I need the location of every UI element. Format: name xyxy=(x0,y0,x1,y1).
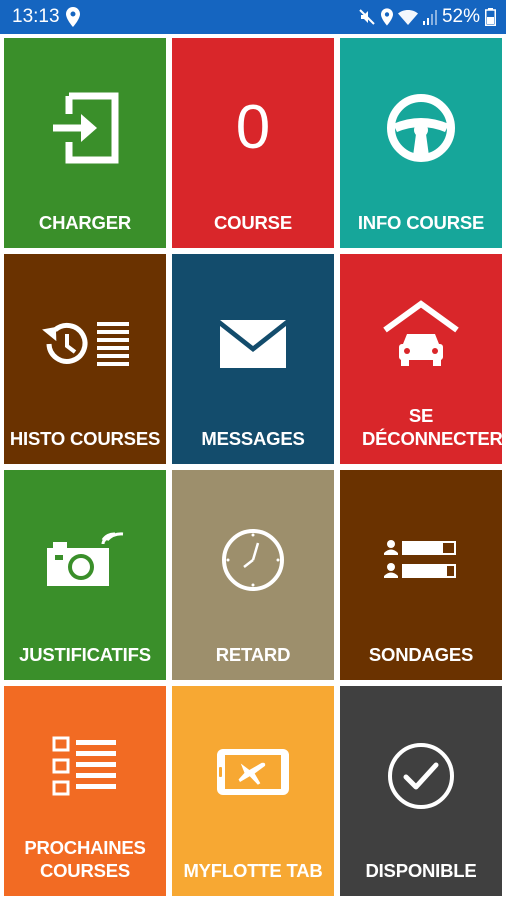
tile-label: PROCHAINES COURSES xyxy=(24,837,146,881)
status-bar: 13:13 52% xyxy=(0,0,506,34)
tile-myflotte-tab[interactable]: MYFLOTTE TAB xyxy=(172,686,334,896)
tile-charger[interactable]: CHARGER xyxy=(4,38,166,248)
tile-disponible[interactable]: DISPONIBLE xyxy=(340,686,502,896)
battery-icon xyxy=(485,8,496,26)
tile-prochaines-courses[interactable]: PROCHAINES COURSES xyxy=(4,686,166,896)
tile-label: RETARD xyxy=(215,644,291,665)
tile-label: SE DÉCONNECTER xyxy=(362,405,503,449)
tile-grid: CHARGER 0 COURSE INFO COURSE HISTO COURS… xyxy=(4,38,503,896)
tile-label: HISTO COURSES xyxy=(9,428,161,449)
wifi-icon xyxy=(397,9,418,25)
tile-histo-courses[interactable]: HISTO COURSES xyxy=(4,254,166,464)
mute-icon xyxy=(358,8,376,26)
tile-retard[interactable]: RETARD xyxy=(172,470,334,680)
tile-justificatifs[interactable]: JUSTIFICATIFS xyxy=(4,470,166,680)
tile-info-course[interactable]: INFO COURSE xyxy=(340,38,502,248)
course-count-value: 0 xyxy=(235,93,271,162)
tile-label: CHARGER xyxy=(38,212,132,233)
steering-wheel-icon xyxy=(340,78,502,178)
tile-label: DISPONIBLE xyxy=(365,860,477,881)
tile-sondages[interactable]: SONDAGES xyxy=(340,470,502,680)
tile-label: JUSTIFICATIFS xyxy=(19,644,151,665)
history-list-icon xyxy=(4,294,166,394)
check-circle-icon xyxy=(340,726,502,826)
tile-se-deconnecter[interactable]: SE DÉCONNECTER xyxy=(340,254,503,464)
course-count: 0 xyxy=(172,78,334,178)
tile-label: COURSE xyxy=(214,212,292,233)
tile-label: INFO COURSE xyxy=(357,212,485,233)
wireless-camera-icon xyxy=(4,510,166,610)
login-icon xyxy=(4,78,166,178)
checklist-icon xyxy=(4,716,166,816)
tile-label: MYFLOTTE TAB xyxy=(183,860,323,881)
poll-icon xyxy=(340,510,502,610)
tile-label: SONDAGES xyxy=(368,644,474,665)
garage-car-icon xyxy=(340,284,502,384)
tablet-plane-icon xyxy=(172,722,334,822)
signal-icon xyxy=(422,9,437,25)
tile-course[interactable]: 0 COURSE xyxy=(172,38,334,248)
clock-icon xyxy=(172,510,334,610)
location-icon xyxy=(380,8,393,26)
status-time: 13:13 xyxy=(12,6,60,27)
location-icon xyxy=(65,7,80,27)
tile-label: MESSAGES xyxy=(201,428,305,449)
battery-percent: 52% xyxy=(441,6,480,27)
tile-messages[interactable]: MESSAGES xyxy=(172,254,334,464)
envelope-icon xyxy=(172,294,334,394)
